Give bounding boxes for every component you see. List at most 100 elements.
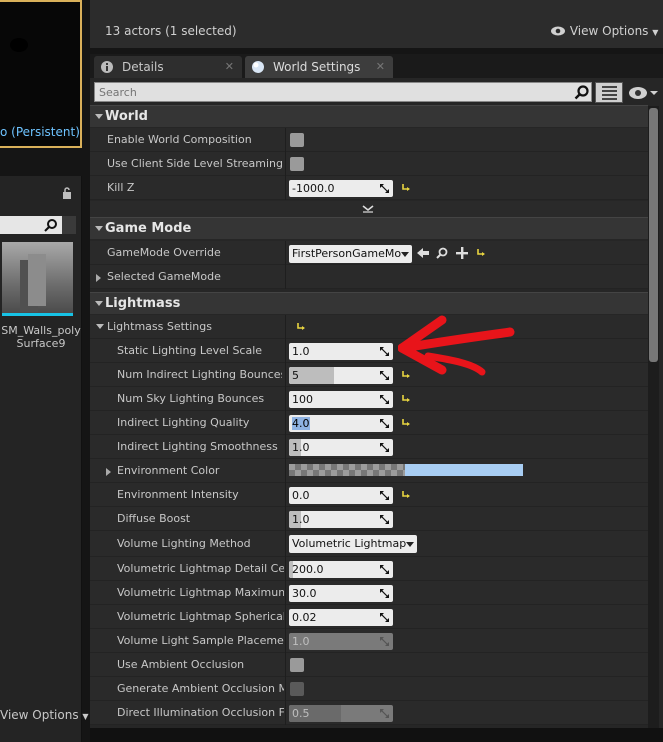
expand-icon	[96, 274, 101, 282]
row-client-side-streaming: Use Client Side Level Streaming Vo	[90, 152, 648, 176]
enable-world-composition-checkbox[interactable]	[290, 133, 304, 147]
static-lighting-level-scale-input[interactable]: 1.0	[289, 343, 393, 360]
row-enable-world-composition: Enable World Composition	[90, 128, 648, 152]
indirect-bounces-value: 5	[292, 369, 299, 382]
visibility-options-button[interactable]	[628, 84, 658, 102]
gamemode-override-select[interactable]: FirstPersonGameMo	[289, 245, 412, 263]
advanced-expander[interactable]	[90, 201, 648, 217]
tab-details[interactable]: Details ✕	[94, 56, 242, 78]
property-label: Indirect Lighting Smoothness	[117, 440, 278, 453]
row-num-indirect-bounces: Num Indirect Lighting Bounces 5	[90, 363, 648, 387]
row-vl-maximum-brick: Volumetric Lightmap Maximum B 30.0	[90, 581, 648, 605]
environment-intensity-input[interactable]: 0.0	[289, 487, 393, 504]
client-side-streaming-checkbox[interactable]	[290, 157, 304, 171]
asset-thumbnail[interactable]	[2, 242, 73, 314]
row-environment-color: Environment Color	[90, 459, 648, 483]
kill-z-input[interactable]: -1000.0	[289, 180, 393, 197]
property-matrix-button[interactable]	[595, 82, 623, 103]
property-label: GameMode Override	[107, 246, 221, 259]
environment-color-alpha-swatch[interactable]	[289, 464, 405, 476]
indirect-quality-value: 4.0	[292, 417, 310, 430]
num-sky-bounces-input[interactable]: 100	[289, 391, 393, 408]
row-vl-detail-cell-size: Volumetric Lightmap Detail Cell S 200.0	[90, 557, 648, 581]
row-selected-gamemode[interactable]: Selected GameMode	[90, 265, 648, 289]
vl-spherical-value: 0.02	[292, 611, 317, 624]
row-static-lighting-level-scale: Static Lighting Level Scale 1.0	[90, 339, 648, 363]
collapse-icon	[96, 324, 104, 329]
resize-arrows-icon	[380, 184, 389, 193]
row-diffuse-boost: Diffuse Boost 1.0	[90, 507, 648, 531]
tab-details-label: Details	[122, 60, 164, 74]
editor-window: { "left": { "level_label": "o (Persisten…	[0, 0, 663, 742]
row-vl-spherical-harmonic: Volumetric Lightmap Spherical Ha 0.02	[90, 605, 648, 629]
reset-to-default-icon[interactable]	[401, 417, 411, 427]
indirect-smoothness-value: 1.0	[292, 441, 310, 454]
view-options-button[interactable]: View Options ▼	[550, 24, 658, 38]
left-view-options-label: View Options	[0, 708, 79, 722]
close-icon[interactable]: ✕	[376, 56, 385, 78]
resize-arrows-icon	[380, 347, 389, 356]
search-icon[interactable]	[44, 218, 58, 232]
resize-arrows-icon	[380, 709, 389, 718]
indirect-lighting-quality-input[interactable]: 4.0	[289, 415, 393, 432]
globe-icon	[252, 61, 264, 73]
property-label: Volumetric Lightmap Spherical Ha	[117, 610, 284, 623]
lock-icon[interactable]	[60, 186, 74, 200]
browse-magnifier-icon[interactable]	[436, 247, 448, 259]
property-label: Kill Z	[107, 181, 135, 194]
resize-arrows-icon	[380, 613, 389, 622]
property-label: Use Ambient Occlusion	[117, 658, 245, 671]
persistent-level-label: o (Persistent)	[0, 125, 80, 139]
property-label: Volume Lighting Method	[117, 537, 251, 550]
reset-to-default-icon[interactable]	[401, 393, 411, 403]
row-generate-ao-material: Generate Ambient Occlusion Mate	[90, 677, 648, 701]
left-view-options-button[interactable]: View Options ▼	[0, 708, 89, 722]
asset-type-bar	[2, 313, 73, 316]
add-icon[interactable]	[456, 247, 468, 259]
close-icon[interactable]: ✕	[225, 56, 234, 78]
static-scale-value: 1.0	[292, 345, 310, 358]
eye-icon	[629, 87, 658, 99]
property-label: Volume Light Sample Placement	[117, 634, 284, 647]
volume-method-value: Volumetric Lightmap	[292, 537, 407, 550]
expand-icon[interactable]	[106, 468, 111, 476]
num-indirect-bounces-input[interactable]: 5	[289, 367, 393, 384]
search-input[interactable]	[94, 82, 592, 102]
eye-icon	[551, 26, 565, 36]
level-viewport[interactable]: o (Persistent)	[0, 0, 82, 148]
tab-world-settings[interactable]: World Settings ✕	[245, 56, 393, 78]
grid-icon	[602, 86, 617, 100]
vl-detail-cell-size-input[interactable]: 200.0	[289, 561, 393, 578]
vl-maximum-brick-input[interactable]: 30.0	[289, 585, 393, 602]
section-lightmass[interactable]: Lightmass	[90, 292, 648, 314]
section-world-title: World	[105, 109, 148, 124]
row-volume-lighting-method: Volume Lighting Method Volumetric Lightm…	[90, 531, 648, 557]
details-icon	[101, 61, 113, 73]
search-icon[interactable]	[574, 84, 590, 100]
property-label: Generate Ambient Occlusion Mate	[117, 682, 284, 695]
vl-spherical-harmonic-input[interactable]: 0.02	[289, 609, 393, 626]
environment-color-swatch[interactable]	[405, 464, 523, 476]
use-selected-arrow-icon[interactable]	[417, 247, 429, 259]
kill-z-value: -1000.0	[292, 182, 335, 195]
reset-to-default-icon[interactable]	[401, 489, 411, 499]
section-world[interactable]: World	[90, 105, 648, 127]
indirect-lighting-smoothness-input[interactable]: 1.0	[289, 439, 393, 456]
section-game-mode[interactable]: Game Mode	[90, 217, 648, 239]
reset-to-default-icon[interactable]	[476, 247, 486, 257]
sky-bounces-value: 100	[292, 393, 313, 406]
reset-to-default-icon[interactable]	[401, 182, 411, 192]
volume-lighting-method-select[interactable]: Volumetric Lightmap	[289, 535, 417, 553]
taskbar-strip	[90, 728, 663, 742]
scrollbar-thumb[interactable]	[649, 108, 658, 362]
asset-label: SM_Walls_poly Surface9	[1, 324, 81, 350]
gamemode-override-value: FirstPersonGameMo	[292, 247, 402, 260]
use-ambient-occlusion-checkbox[interactable]	[290, 658, 304, 672]
chevron-down-icon	[406, 542, 414, 547]
property-label: Volumetric Lightmap Maximum B	[117, 586, 284, 599]
row-lightmass-settings[interactable]: Lightmass Settings	[90, 315, 648, 339]
reset-to-default-icon[interactable]	[296, 321, 306, 331]
save-search-icon[interactable]	[62, 216, 76, 234]
diffuse-boost-input[interactable]: 1.0	[289, 511, 393, 528]
resize-arrows-icon	[380, 589, 389, 598]
